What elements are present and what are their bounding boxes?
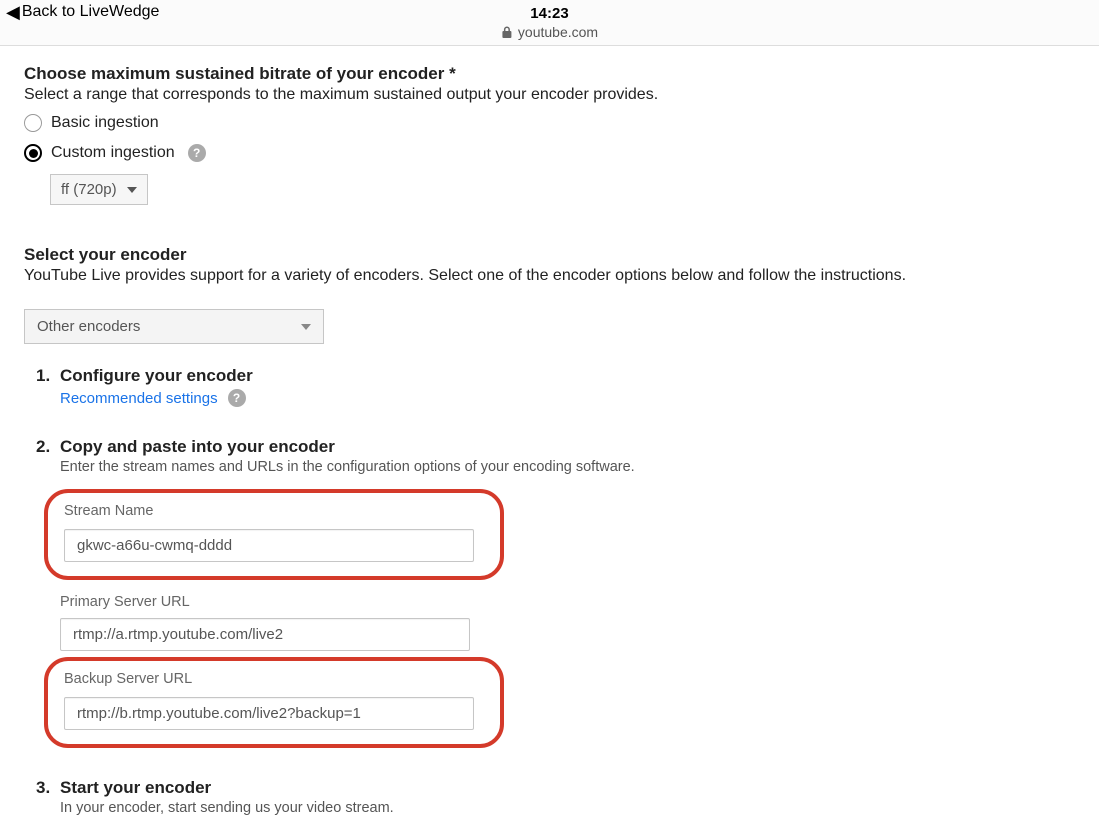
- caret-down-icon: [127, 187, 137, 193]
- step-copy-paste: Copy and paste into your encoder Enter t…: [60, 437, 1075, 748]
- primary-url-label: Primary Server URL: [60, 594, 1075, 610]
- encoder-select[interactable]: Other encoders: [24, 309, 324, 344]
- primary-url-input[interactable]: [60, 618, 470, 651]
- radio-basic-ingestion[interactable]: Basic ingestion: [24, 114, 1075, 132]
- stream-name-input[interactable]: [64, 529, 474, 562]
- backup-url-label: Backup Server URL: [64, 671, 484, 687]
- radio-label: Basic ingestion: [51, 114, 159, 132]
- encoder-steps: Configure your encoder Recommended setti…: [24, 366, 1075, 816]
- back-to-app-button[interactable]: ◀ Back to LiveWedge: [6, 3, 159, 21]
- encoder-subtitle: YouTube Live provides support for a vari…: [24, 267, 1075, 285]
- ios-status-bar: ◀ Back to LiveWedge 14:23 youtube.com: [0, 0, 1099, 46]
- recommended-settings-link[interactable]: Recommended settings ?: [60, 389, 246, 407]
- status-time: 14:23: [501, 4, 598, 24]
- step-start-encoder: Start your encoder In your encoder, star…: [60, 778, 1075, 816]
- backup-url-input[interactable]: [64, 697, 474, 730]
- back-label: Back to LiveWedge: [22, 3, 160, 21]
- highlight-backup-url: Backup Server URL: [44, 657, 504, 748]
- step-title: Configure your encoder: [60, 366, 1075, 386]
- bitrate-title: Choose maximum sustained bitrate of your…: [24, 64, 1075, 84]
- step-configure: Configure your encoder Recommended setti…: [60, 366, 1075, 407]
- radio-custom-ingestion[interactable]: Custom ingestion ?: [24, 144, 1075, 162]
- radio-icon: [24, 114, 42, 132]
- page-content: Choose maximum sustained bitrate of your…: [0, 46, 1099, 834]
- stream-name-label: Stream Name: [64, 503, 484, 519]
- radio-icon: [24, 144, 42, 162]
- chevron-left-icon: ◀: [6, 3, 20, 21]
- help-icon[interactable]: ?: [228, 389, 246, 407]
- lock-icon: [501, 26, 512, 39]
- step-subtitle: In your encoder, start sending us your v…: [60, 800, 1075, 816]
- select-value: ff (720p): [61, 181, 117, 198]
- custom-ingestion-select[interactable]: ff (720p): [50, 174, 148, 205]
- highlight-stream-name: Stream Name: [44, 489, 504, 580]
- encoder-title: Select your encoder: [24, 245, 1075, 265]
- bitrate-subtitle: Select a range that corresponds to the m…: [24, 86, 1075, 104]
- caret-down-icon: [301, 324, 311, 330]
- step-title: Copy and paste into your encoder: [60, 437, 1075, 457]
- step-subtitle: Enter the stream names and URLs in the c…: [60, 459, 1075, 475]
- address-bar-url[interactable]: youtube.com: [518, 23, 598, 41]
- radio-label: Custom ingestion: [51, 144, 175, 162]
- step-title: Start your encoder: [60, 778, 1075, 798]
- help-icon[interactable]: ?: [188, 144, 206, 162]
- select-value: Other encoders: [37, 318, 140, 335]
